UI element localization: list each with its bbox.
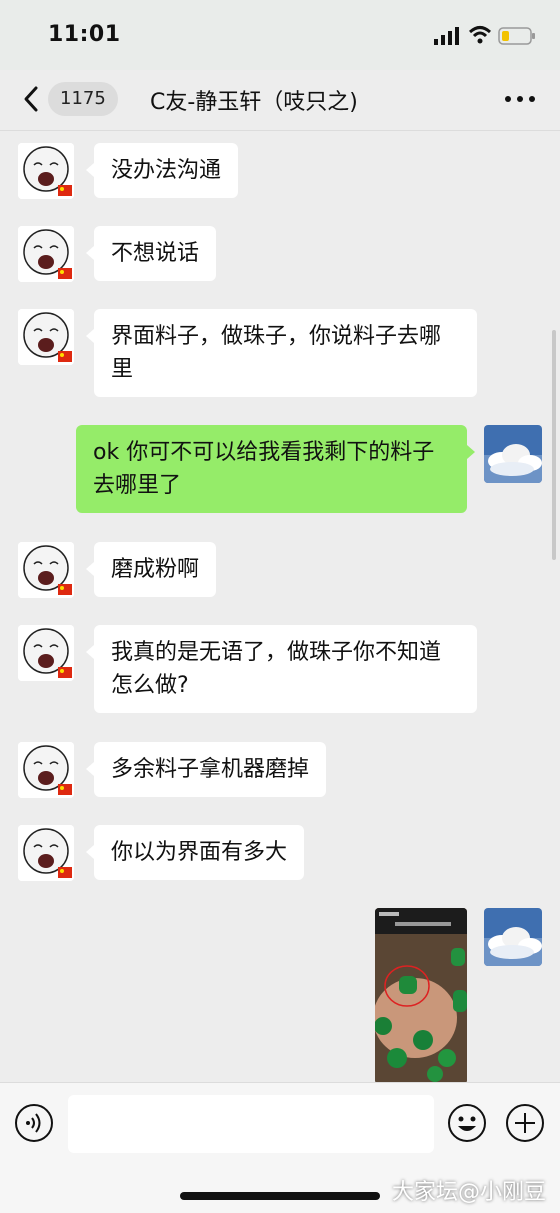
emoji-icon[interactable]: [447, 1103, 487, 1143]
cartoon-face-avatar-icon: [18, 825, 74, 881]
image-message[interactable]: [375, 908, 467, 1084]
cartoon-face-avatar-icon: [18, 226, 74, 282]
chat-header: 1175 C友-静玉轩（吱只之): [0, 70, 560, 131]
cloud-sky-avatar-icon: [484, 908, 542, 966]
status-time: 11:01: [48, 22, 121, 47]
unread-count-badge[interactable]: 1175: [48, 82, 118, 116]
battery-icon: [498, 27, 535, 45]
message-bubble-self[interactable]: ok 你可不可以给我看我剩下的料子去哪里了: [76, 425, 475, 513]
message-bubble[interactable]: 你以为界面有多大: [85, 825, 305, 880]
watermark: 大家坛@小刚豆: [392, 1180, 547, 1205]
cartoon-face-avatar-icon: [18, 143, 74, 199]
scrollbar[interactable]: [552, 330, 556, 560]
avatar[interactable]: [18, 226, 74, 282]
jade-beads-photo-icon: [375, 908, 467, 1084]
voice-input-icon[interactable]: [14, 1103, 54, 1143]
message-bubble[interactable]: 不想说话: [85, 226, 217, 281]
cartoon-face-avatar-icon: [18, 309, 74, 365]
home-indicator[interactable]: [180, 1192, 380, 1200]
message-bubble[interactable]: 磨成粉啊: [85, 542, 217, 597]
avatar[interactable]: [18, 309, 74, 365]
avatar[interactable]: [18, 143, 74, 199]
avatar[interactable]: [18, 542, 74, 598]
cartoon-face-avatar-icon: [18, 742, 74, 798]
status-bar: 11:01: [0, 0, 560, 70]
avatar[interactable]: [18, 742, 74, 798]
avatar[interactable]: [18, 625, 74, 681]
cartoon-face-avatar-icon: [18, 625, 74, 681]
message-bubble[interactable]: 多余料子拿机器磨掉: [85, 742, 327, 797]
user-avatar[interactable]: [484, 908, 542, 966]
wifi-icon: [468, 26, 492, 44]
plus-icon[interactable]: [505, 1103, 545, 1143]
chat-title: C友-静玉轩（吱只之): [150, 90, 358, 115]
avatar[interactable]: [18, 825, 74, 881]
back-chevron-icon[interactable]: [18, 84, 48, 114]
signal-icon: [434, 27, 459, 45]
message-bubble[interactable]: 没办法沟通: [85, 143, 239, 198]
cloud-sky-avatar-icon: [484, 425, 542, 483]
message-input[interactable]: [68, 1095, 434, 1153]
cartoon-face-avatar-icon: [18, 542, 74, 598]
more-options-icon[interactable]: [500, 86, 540, 112]
message-bubble[interactable]: 我真的是无语了，做珠子你不知道怎么做?: [86, 625, 477, 713]
message-bubble[interactable]: 界面料子，做珠子，你说料子去哪里: [86, 309, 477, 397]
user-avatar[interactable]: [484, 425, 542, 483]
